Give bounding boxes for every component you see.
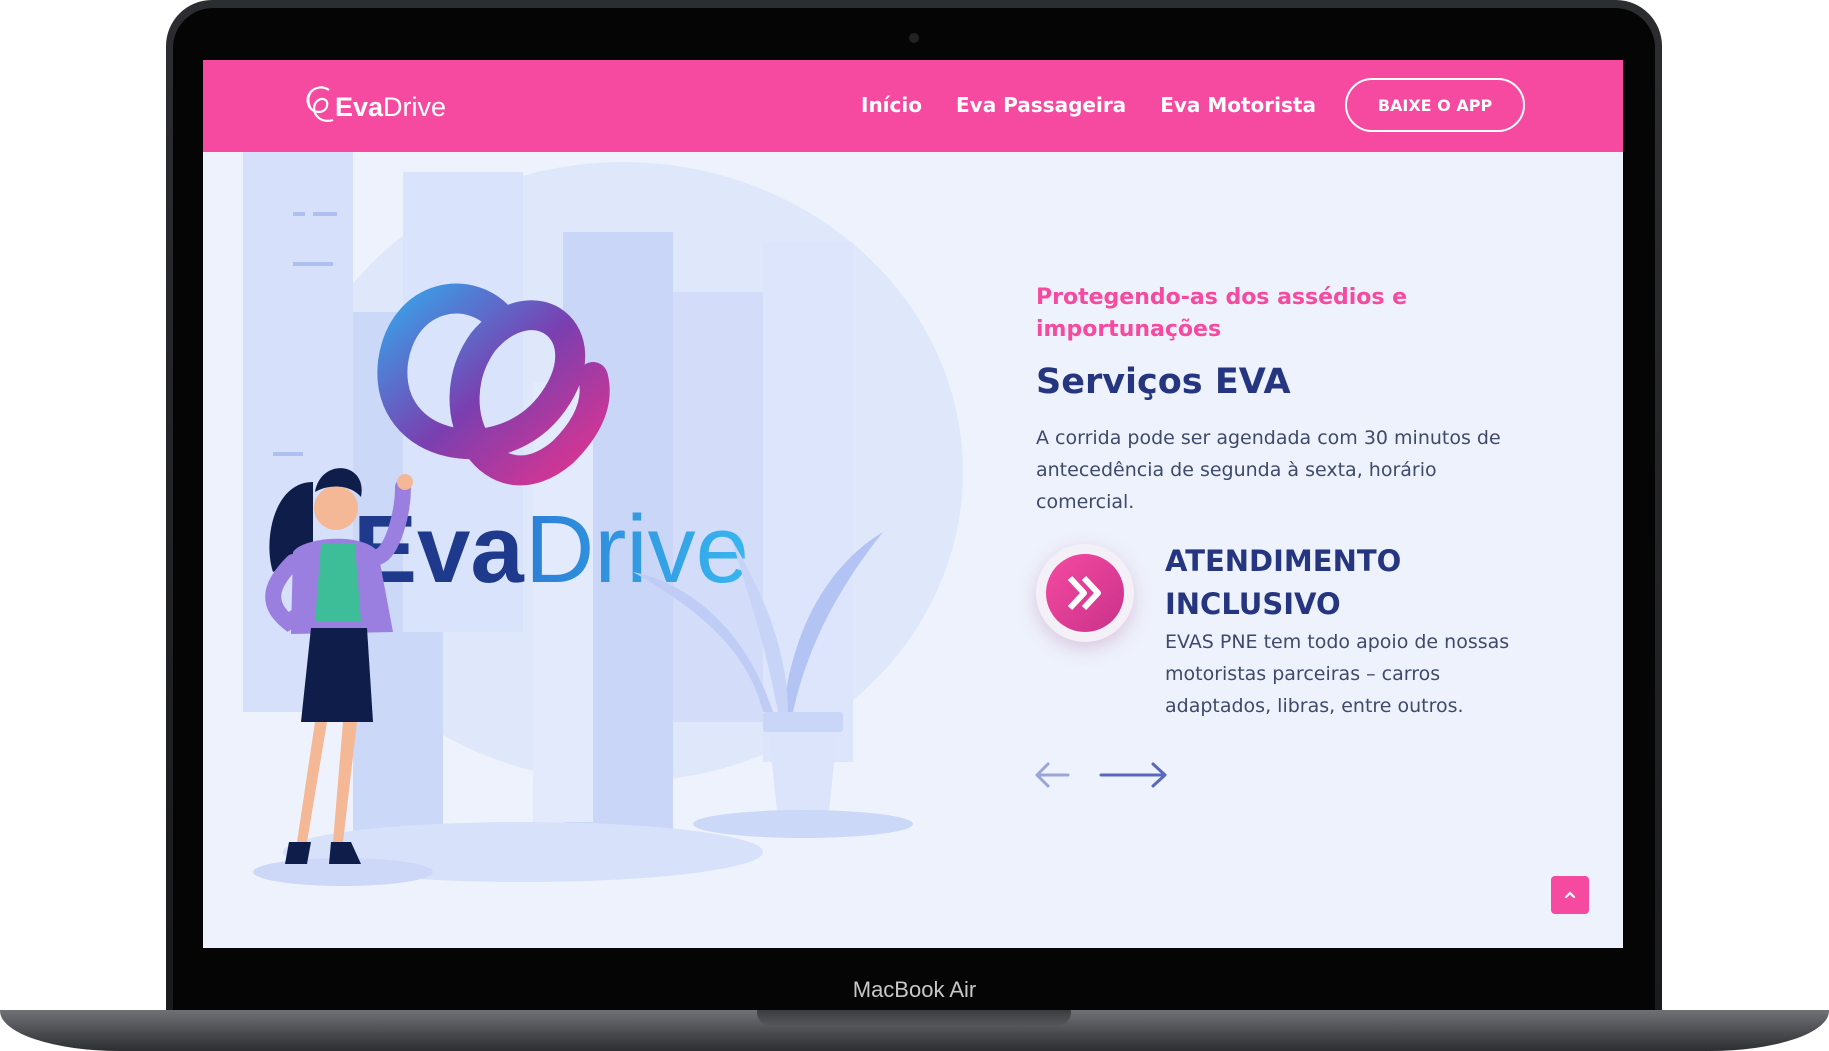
double-chevron-right-icon (1067, 575, 1101, 611)
nav-link-eva-passageira[interactable]: Eva Passageira (956, 93, 1126, 117)
scroll-to-top-button[interactable] (1551, 876, 1589, 914)
nav-links: Início Eva Passageira Eva Motorista (861, 93, 1316, 117)
laptop-hinge (757, 1010, 1071, 1026)
hero-subtitle: Protegendo-as dos assédios e importunaçõ… (1036, 285, 1408, 342)
carousel-next-arrow-icon[interactable] (1099, 760, 1169, 790)
hero-illustration: Eva Drive (243, 152, 963, 886)
camera (909, 33, 919, 43)
navbar: EvaDrive Início Eva Passageira Eva Motor… (203, 60, 1623, 152)
feature-title: ATENDIMENTO INCLUSIVO (1165, 544, 1402, 621)
device-label: MacBook Air (852, 977, 977, 1002)
screen: EvaDrive Início Eva Passageira Eva Motor… (203, 60, 1623, 948)
site-logo[interactable]: EvaDrive (299, 82, 446, 132)
logo-text-bold: Eva (335, 91, 384, 122)
chevron-up-icon (1564, 891, 1576, 899)
feature-icon-badge (1036, 544, 1134, 642)
logo-text-light: Drive (383, 91, 447, 122)
nav-link-eva-motorista[interactable]: Eva Motorista (1160, 93, 1316, 117)
nav-link-inicio[interactable]: Início (861, 93, 922, 117)
download-app-button[interactable]: BAIXE O APP (1345, 78, 1525, 132)
brand-mark-light: Drive (525, 496, 749, 603)
hero-description: A corrida pode ser agendada com 30 minut… (1036, 427, 1501, 513)
carousel-prev-arrow-icon[interactable] (1034, 760, 1070, 790)
feature-text: EVAS PNE tem todo apoio de nossas motori… (1165, 631, 1510, 717)
hero-title: Serviços EVA (1036, 362, 1291, 402)
